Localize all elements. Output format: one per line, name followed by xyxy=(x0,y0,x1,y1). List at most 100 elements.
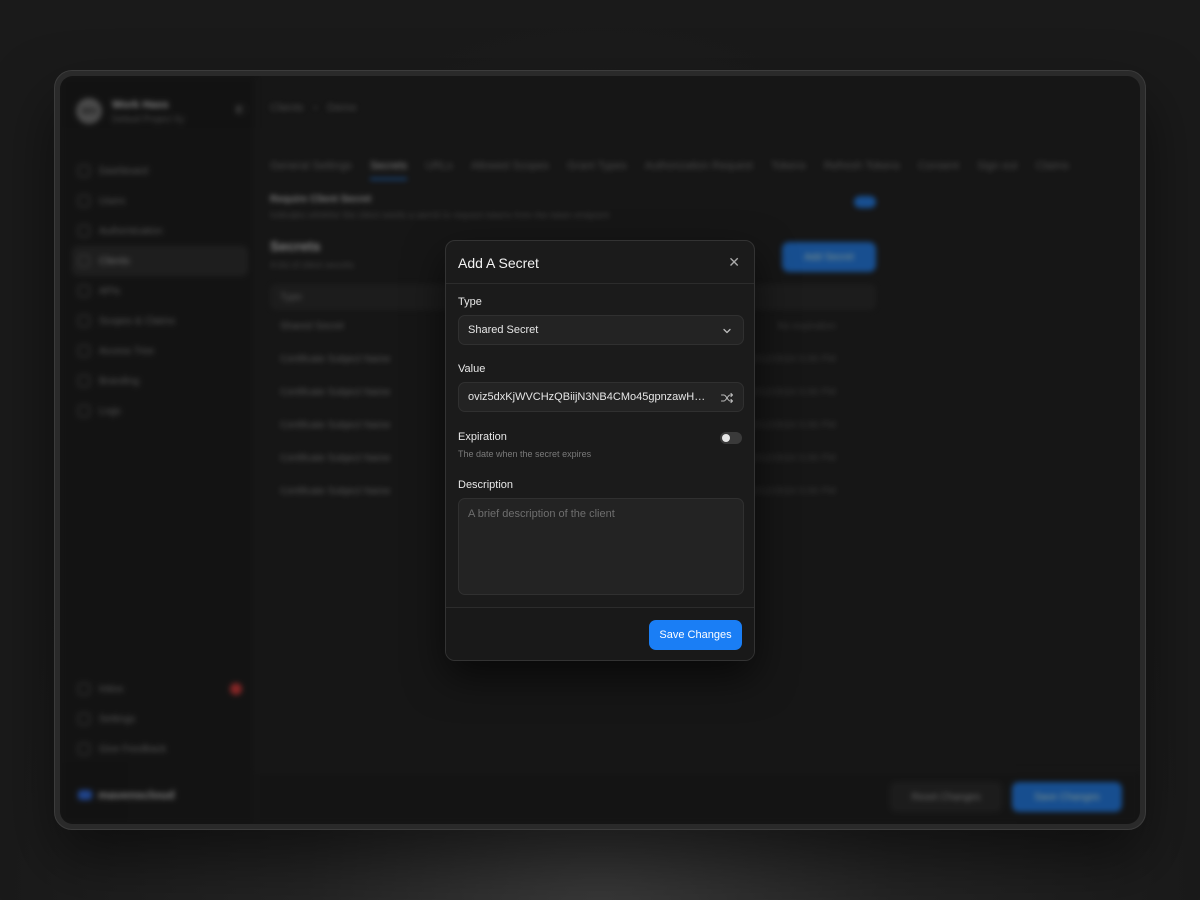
dialog-footer: Save Changes xyxy=(446,607,754,660)
cell-expiration: 12/12/2024 5:06 PM xyxy=(745,387,836,398)
sidebar-item-label: Clients xyxy=(99,255,130,267)
cell-type: Certificate Subject Name xyxy=(280,453,391,464)
breadcrumb: Clients › Demo xyxy=(270,102,357,114)
workspace-subtitle: Default Project Xy xyxy=(112,113,185,124)
api-icon xyxy=(78,285,90,297)
workspace-switcher[interactable]: WH Work Hass Default Project Xy xyxy=(76,98,184,124)
brand-name: mavenscloud xyxy=(98,788,175,802)
grid-icon xyxy=(78,165,90,177)
shuffle-icon[interactable] xyxy=(720,391,734,405)
brand-logo: mavenscloud xyxy=(78,788,175,802)
cell-expiration: 12/12/2024 5:06 PM xyxy=(745,420,836,431)
cell-type: Shared Secret xyxy=(280,321,344,332)
cell-type: Certificate Subject Name xyxy=(280,420,391,431)
save-changes-button[interactable]: Save Changes xyxy=(649,620,742,650)
add-secret-button[interactable]: Add Secret xyxy=(782,242,876,272)
sidebar-item-label: Inbox xyxy=(99,683,124,695)
sidebar-item-label: Logs xyxy=(99,405,121,417)
sidebar-item-apis[interactable]: APIs xyxy=(72,276,248,306)
tab-consent[interactable]: Consent xyxy=(918,160,959,180)
require-secret-toggle[interactable] xyxy=(854,196,876,208)
sidebar-item-scopes[interactable]: Scopes & Claims xyxy=(72,306,248,336)
chevron-down-icon xyxy=(723,328,731,334)
secret-value-text: oviz5dxKjWVCHzQBiijN3NB4CMo45gpnzawH0... xyxy=(468,391,708,403)
sidebar-item-settings[interactable]: Settings xyxy=(72,704,248,734)
require-secret-title: Require Client Secret xyxy=(270,194,372,205)
tab-tokens[interactable]: Tokens xyxy=(771,160,806,180)
tree-icon xyxy=(78,345,90,357)
sidebar-item-users[interactable]: Users xyxy=(72,186,248,216)
sidebar-bottom-nav: Inbox Settings Give Feedback xyxy=(72,674,248,764)
tab-sign-out[interactable]: Sign out xyxy=(977,160,1017,180)
expiration-label: Expiration xyxy=(458,431,507,443)
breadcrumb-separator-icon: › xyxy=(313,102,318,114)
users-icon xyxy=(78,195,90,207)
breadcrumb-item[interactable]: Demo xyxy=(327,102,356,114)
value-label: Value xyxy=(458,363,486,375)
tab-claims[interactable]: Claims xyxy=(1035,160,1069,180)
description-textarea[interactable] xyxy=(458,498,744,595)
sidebar-item-label: Access Tree xyxy=(99,345,155,357)
tab-urls[interactable]: URLs xyxy=(425,160,453,180)
cell-expiration: 12/12/2024 5:06 PM xyxy=(745,453,836,464)
tab-allowed-scopes[interactable]: Allowed Scopes xyxy=(471,160,549,180)
sidebar-collapse-icon[interactable]: ◧ xyxy=(236,104,245,115)
tab-authorization-request[interactable]: Authorization Request xyxy=(645,160,753,180)
sidebar-item-label: Scopes & Claims xyxy=(99,315,176,327)
sidebar-item-label: APIs xyxy=(99,285,121,297)
sidebar-item-label: Settings xyxy=(99,713,136,725)
expiration-description: The date when the secret expires xyxy=(458,449,592,459)
tab-general-settings[interactable]: General Settings xyxy=(270,160,352,180)
require-secret-setting: Require Client Secret Indicates whether … xyxy=(270,194,876,220)
tab-secrets[interactable]: Secrets xyxy=(369,160,408,180)
secrets-subtitle: A list of client secrets xyxy=(270,260,355,270)
sidebar-item-authentication[interactable]: Authentication xyxy=(72,216,248,246)
secrets-title: Secrets xyxy=(270,238,321,254)
sidebar-item-label: Dashboard xyxy=(99,165,148,177)
expiration-toggle[interactable] xyxy=(720,432,742,444)
tab-refresh-tokens[interactable]: Refresh Tokens xyxy=(824,160,900,180)
feedback-icon xyxy=(78,743,90,755)
breadcrumb-item[interactable]: Clients xyxy=(270,102,304,114)
cell-expiration: No expiration xyxy=(777,321,836,332)
sidebar-item-label: Give Feedback xyxy=(99,743,167,755)
tab-bar: General Settings Secrets URLs Allowed Sc… xyxy=(270,160,1069,180)
cell-type: Certificate Subject Name xyxy=(280,486,391,497)
add-secret-dialog: Add A Secret ✕ Type Shared Secret Value … xyxy=(445,240,755,661)
inbox-icon xyxy=(78,683,90,695)
sidebar: WH Work Hass Default Project Xy ◧ Dashbo… xyxy=(60,76,256,824)
type-select[interactable]: Shared Secret xyxy=(458,315,744,345)
close-icon[interactable]: ✕ xyxy=(728,253,740,271)
type-select-value: Shared Secret xyxy=(468,324,539,336)
sidebar-item-clients[interactable]: Clients xyxy=(72,246,248,276)
toggle-knob xyxy=(722,434,730,442)
cell-expiration: 12/12/2024 5:06 PM xyxy=(745,486,836,497)
logs-icon xyxy=(78,405,90,417)
secret-value-input[interactable]: oviz5dxKjWVCHzQBiijN3NB4CMo45gpnzawH0... xyxy=(458,382,744,412)
scope-icon xyxy=(78,315,90,327)
key-icon xyxy=(78,225,90,237)
cell-type: Certificate Subject Name xyxy=(280,387,391,398)
sidebar-item-dashboard[interactable]: Dashboard xyxy=(72,156,248,186)
brush-icon xyxy=(78,375,90,387)
sidebar-item-label: Authentication xyxy=(99,225,163,237)
tab-grant-types[interactable]: Grant Types xyxy=(567,160,627,180)
sidebar-item-logs[interactable]: Logs xyxy=(72,396,248,426)
sidebar-item-inbox[interactable]: Inbox xyxy=(72,674,248,704)
column-header: Type xyxy=(280,291,302,303)
brand-mark-icon xyxy=(78,790,92,800)
clients-icon xyxy=(78,255,90,267)
page-save-button[interactable]: Save Changes xyxy=(1012,782,1122,812)
cell-type: Certificate Subject Name xyxy=(280,354,391,365)
reset-changes-button[interactable]: Reset Changes xyxy=(890,782,1002,812)
notification-badge xyxy=(230,683,242,695)
description-label: Description xyxy=(458,479,514,491)
cell-expiration: 12/12/2024 5:06 PM xyxy=(745,354,836,365)
sidebar-item-feedback[interactable]: Give Feedback xyxy=(72,734,248,764)
sidebar-item-access-tree[interactable]: Access Tree xyxy=(72,336,248,366)
sidebar-item-label: Users xyxy=(99,195,126,207)
page-footer xyxy=(256,770,1140,824)
sidebar-item-branding[interactable]: Branding xyxy=(72,366,248,396)
sidebar-item-label: Branding xyxy=(99,375,140,387)
dialog-header: Add A Secret ✕ xyxy=(446,241,754,284)
